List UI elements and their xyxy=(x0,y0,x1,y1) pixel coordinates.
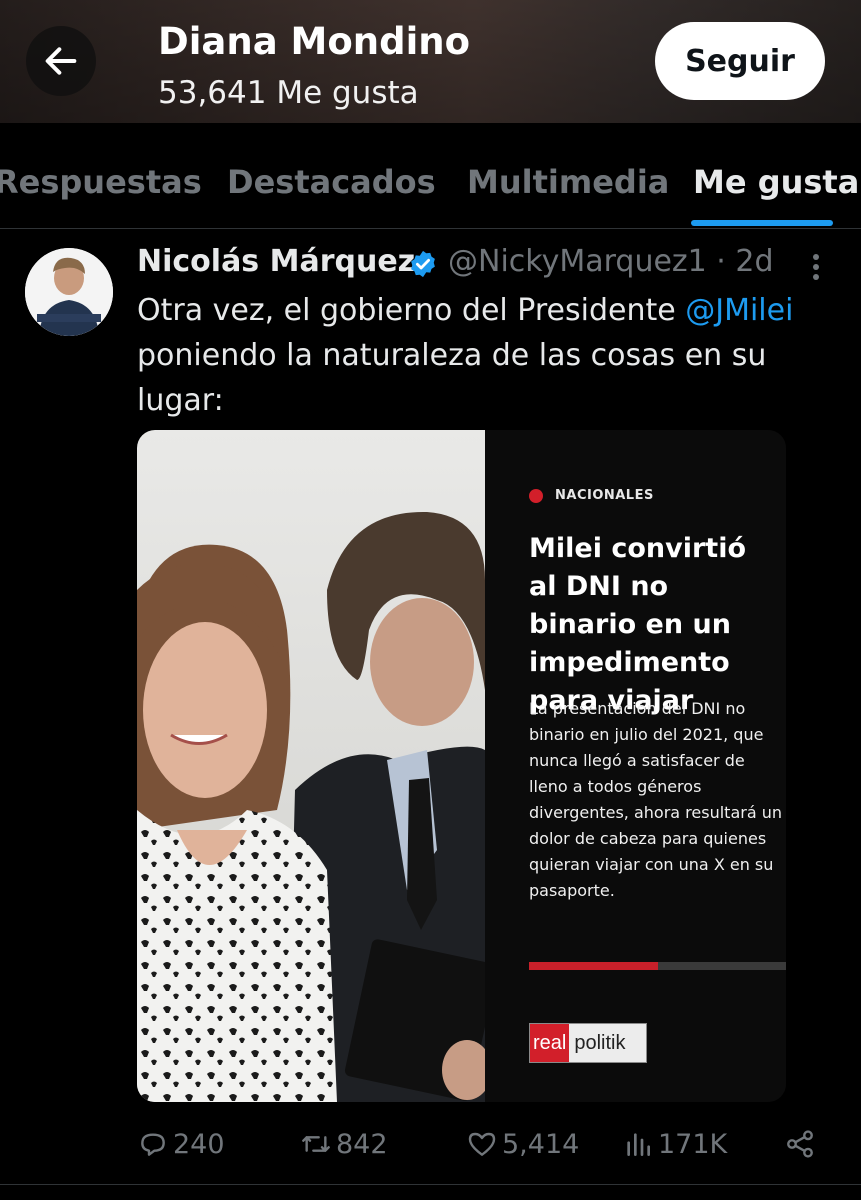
more-options-icon[interactable] xyxy=(806,252,826,282)
arrow-left-icon xyxy=(45,47,77,75)
reply-button[interactable]: 240 xyxy=(137,1124,225,1164)
author-avatar[interactable] xyxy=(25,248,113,336)
tweet-text-part1: Otra vez, el gobierno del Presidente xyxy=(137,293,686,328)
logo-part-real: real xyxy=(530,1024,570,1062)
likes-count: 53,641 Me gusta xyxy=(158,75,419,111)
avatar-image xyxy=(25,248,113,336)
divider xyxy=(0,1184,861,1185)
tweet-text-part2: poniendo la naturaleza de las cosas en s… xyxy=(137,338,767,418)
tweet-text: Otra vez, el gobierno del Presidente @JM… xyxy=(137,288,837,423)
article-photo xyxy=(137,430,485,1102)
share-icon xyxy=(787,1130,813,1158)
active-tab-indicator xyxy=(691,220,833,226)
back-button[interactable] xyxy=(26,26,96,96)
views-count: 171K xyxy=(658,1128,728,1160)
author-name[interactable]: Nicolás Márquez xyxy=(137,244,415,279)
profile-header: Diana Mondino 53,641 Me gusta Seguir xyxy=(0,0,861,123)
like-count: 5,414 xyxy=(502,1128,580,1160)
read-progress-fill xyxy=(529,962,658,970)
verified-badge-icon xyxy=(411,250,435,278)
like-button[interactable]: 5,414 xyxy=(466,1124,579,1164)
heart-icon xyxy=(468,1132,496,1156)
retweet-icon xyxy=(302,1136,330,1152)
article-category: NACIONALES xyxy=(555,488,654,503)
category-dot xyxy=(529,489,543,503)
realpolitik-logo: real politik xyxy=(529,1023,647,1063)
author-handle-time[interactable]: @NickyMarquez1 · 2d xyxy=(448,244,774,279)
tab-multimedia[interactable]: Multimedia xyxy=(467,163,669,201)
retweet-button[interactable]: 842 xyxy=(300,1124,388,1164)
views-bar-chart-icon xyxy=(627,1133,650,1156)
share-button[interactable] xyxy=(784,1124,820,1164)
tweet-media[interactable]: NACIONALES Milei convirtió al DNI no bin… xyxy=(137,430,786,1102)
retweet-count: 842 xyxy=(336,1128,388,1160)
article-summary: La presentación del DNI no binario en ju… xyxy=(529,699,782,900)
views-button[interactable]: 171K xyxy=(622,1124,727,1164)
read-progress-bar xyxy=(529,962,786,970)
tab-destacados[interactable]: Destacados xyxy=(227,163,436,201)
mention-link[interactable]: @JMilei xyxy=(685,293,793,328)
reply-count: 240 xyxy=(173,1128,225,1160)
tab-respuestas[interactable]: Respuestas xyxy=(0,163,202,201)
article-headline: Milei convirtió al DNI no binario en un … xyxy=(529,533,747,716)
profile-name: Diana Mondino xyxy=(158,20,471,63)
logo-part-politik: politik xyxy=(574,1031,626,1054)
follow-button[interactable]: Seguir xyxy=(655,22,825,100)
profile-tabs: Respuestas Destacados Multimedia Me gust… xyxy=(0,123,861,229)
tab-me-gusta[interactable]: Me gusta xyxy=(693,163,859,201)
article-panel: NACIONALES Milei convirtió al DNI no bin… xyxy=(485,430,786,1102)
reply-icon xyxy=(141,1133,165,1156)
